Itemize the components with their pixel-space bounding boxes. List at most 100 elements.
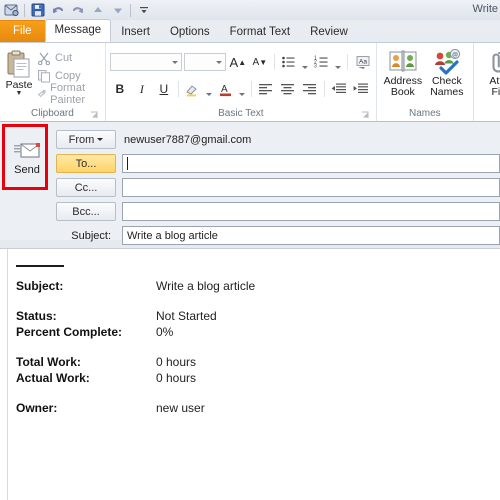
basic-text-row-2: B I U A	[110, 77, 376, 101]
outlook-compose-window: Write File Message Insert Options Format…	[0, 0, 500, 500]
align-left-button[interactable]	[256, 80, 276, 99]
subject-row: Subject: Write a blog article	[56, 225, 500, 246]
basic-text-group-label-text: Basic Text	[218, 108, 264, 119]
change-case-button[interactable]: Aa	[352, 53, 376, 72]
svg-text:@: @	[452, 53, 458, 59]
font-color-button[interactable]: A	[216, 80, 236, 99]
tab-options[interactable]: Options	[160, 21, 220, 42]
ribbon-group-include: Att Fi	[474, 43, 500, 121]
italic-button[interactable]: I	[132, 80, 152, 99]
bullets-dropdown-icon[interactable]	[301, 50, 310, 74]
chevron-down-icon	[171, 60, 178, 64]
check-names-button[interactable]: @ Check Names	[425, 47, 469, 98]
subject-input[interactable]: Write a blog article	[122, 226, 500, 245]
align-left-icon	[259, 84, 273, 95]
message-body[interactable]: Subject: Write a blog article Status: No…	[0, 248, 500, 500]
office-icon[interactable]	[3, 2, 20, 18]
numbering-icon: 1 2 3	[314, 56, 328, 69]
paste-button[interactable]: Paste ▼	[4, 47, 34, 97]
customize-qat-icon[interactable]	[135, 2, 152, 18]
title-bar: Write	[0, 0, 500, 20]
from-button[interactable]: From	[56, 130, 116, 149]
tab-file[interactable]: File	[0, 20, 45, 42]
send-button[interactable]: Send	[6, 128, 48, 190]
from-row: From newuser7887@gmail.com	[56, 129, 500, 150]
paste-dropdown-icon[interactable]: ▼	[16, 90, 23, 97]
next-item-icon[interactable]	[109, 2, 126, 18]
attach-file-button[interactable]: Att Fi	[478, 47, 500, 98]
redo-icon[interactable]	[69, 2, 86, 18]
cut-label: Cut	[55, 51, 73, 64]
to-input[interactable]	[122, 154, 500, 173]
tab-review[interactable]: Review	[300, 21, 358, 42]
previous-item-icon[interactable]	[89, 2, 106, 18]
grow-font-button[interactable]: A ▲	[228, 53, 248, 72]
bold-button[interactable]: B	[110, 80, 130, 99]
clipboard-dialog-launcher-icon[interactable]	[90, 111, 99, 120]
cut-button[interactable]: Cut	[34, 49, 101, 66]
task-row-total-work: Total Work: 0 hours	[16, 355, 492, 369]
subject-value: Write a blog article	[127, 229, 218, 242]
names-group-label: Names	[381, 107, 469, 121]
chevron-down-icon	[215, 60, 222, 64]
format-painter-icon	[37, 89, 46, 97]
highlight-color-button[interactable]	[183, 80, 203, 99]
bt-divider-5	[323, 81, 325, 97]
cc-button[interactable]: Cc...	[56, 178, 116, 197]
decrease-indent-button[interactable]	[329, 80, 349, 99]
copy-label: Copy	[55, 69, 81, 82]
ribbon-tab-strip: File Message Insert Options Format Text …	[0, 19, 500, 42]
window-title: Write	[472, 3, 498, 15]
task-owner-label: Owner:	[16, 401, 58, 415]
align-center-button[interactable]	[278, 80, 298, 99]
task-actual-work-value: 0 hours	[156, 371, 197, 385]
to-button-label: To...	[75, 157, 97, 170]
font-size-combo[interactable]	[183, 53, 226, 71]
font-color-icon: A	[219, 84, 231, 96]
recipient-fields: From newuser7887@gmail.com To... Cc... B…	[56, 129, 500, 249]
cc-input[interactable]	[122, 178, 500, 197]
increase-indent-button[interactable]	[351, 80, 371, 99]
task-actual-work-label: Actual Work:	[16, 371, 90, 385]
quick-access-toolbar	[0, 1, 152, 19]
undo-icon[interactable]	[49, 2, 66, 18]
bcc-button-label: Bcc...	[72, 205, 100, 218]
to-button[interactable]: To...	[56, 154, 116, 173]
align-right-button[interactable]	[300, 80, 320, 99]
address-book-button[interactable]: Address Book	[381, 47, 425, 98]
task-summary: Subject: Write a blog article Status: No…	[16, 265, 492, 417]
format-painter-button[interactable]: Format Painter	[34, 82, 101, 106]
underline-button[interactable]: U	[154, 80, 174, 99]
bt-divider-1	[273, 54, 275, 70]
ribbon: Paste ▼ Cut Copy Format Painter Clipboar…	[0, 42, 500, 122]
save-icon[interactable]	[29, 2, 46, 18]
basic-text-dialog-launcher-icon[interactable]	[361, 111, 370, 120]
clipboard-commands: Cut Copy Format Painter	[34, 47, 101, 106]
task-subject-label: Subject:	[16, 279, 64, 293]
task-total-work-value: 0 hours	[156, 355, 197, 369]
body-spacer-3	[16, 387, 492, 401]
bcc-input[interactable]	[122, 202, 500, 221]
cc-row: Cc...	[56, 177, 500, 198]
address-book-label-line2: Book	[390, 86, 415, 98]
attach-file-label-line2: Fi	[491, 86, 500, 98]
bcc-button[interactable]: Bcc...	[56, 202, 116, 221]
numbering-button[interactable]: 1 2 3	[312, 53, 332, 72]
basic-text-group-label: Basic Text	[110, 107, 372, 121]
basic-text-rows: A ▲ A ▼ 1 2 3 Aa B I U A	[109, 47, 376, 101]
basic-text-row-1: A ▲ A ▼ 1 2 3 Aa	[109, 50, 376, 74]
bullets-button[interactable]	[279, 53, 299, 72]
ribbon-group-basic-text: A ▲ A ▼ 1 2 3 Aa B I U A Basic Text	[106, 43, 377, 121]
tab-format-text[interactable]: Format Text	[220, 21, 301, 42]
tab-message[interactable]: Message	[44, 19, 112, 42]
send-label: Send	[14, 164, 40, 176]
font-color-dropdown-icon[interactable]	[238, 77, 247, 101]
body-divider	[16, 265, 64, 267]
from-value: newuser7887@gmail.com	[124, 133, 252, 146]
tab-insert[interactable]: Insert	[111, 21, 160, 42]
shrink-font-button[interactable]: A ▼	[250, 53, 270, 72]
font-name-combo[interactable]	[109, 53, 182, 71]
body-spacer-2	[16, 341, 492, 355]
numbering-dropdown-icon[interactable]	[334, 50, 343, 74]
highlight-color-dropdown-icon[interactable]	[205, 77, 214, 101]
